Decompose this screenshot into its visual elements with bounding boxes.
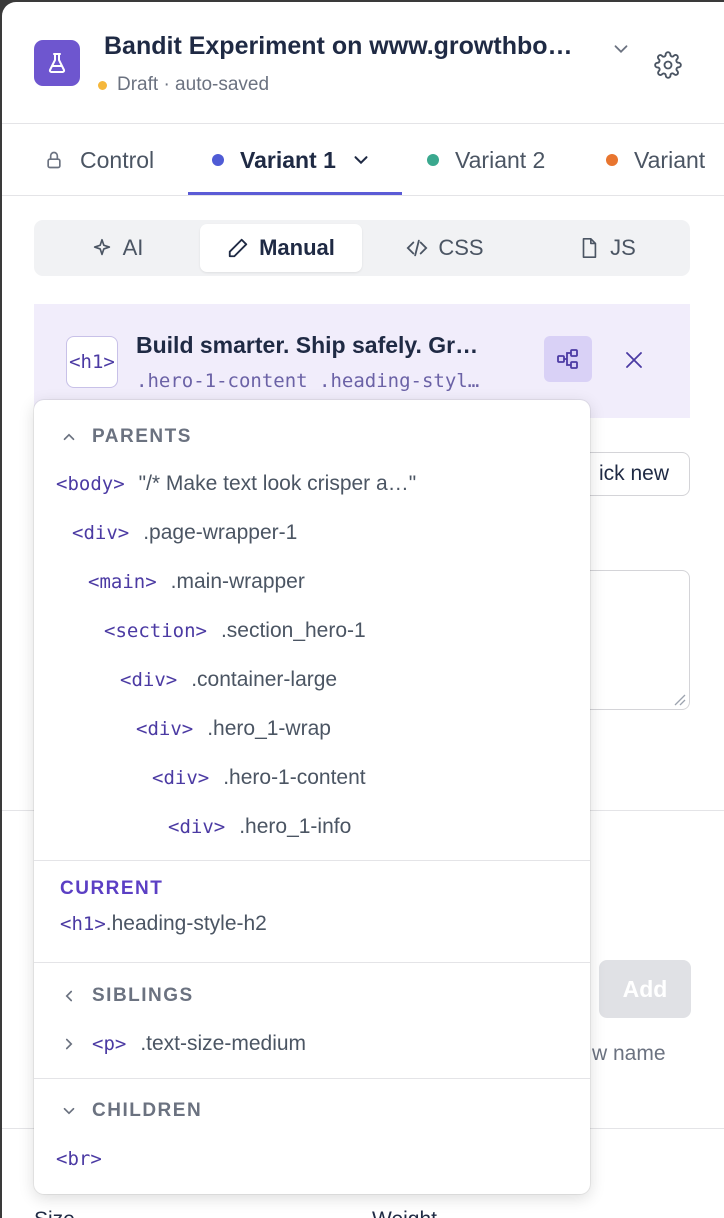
element-descriptor: .main-wrapper: [170, 570, 305, 593]
tab-label: Variant 2: [455, 146, 546, 173]
edit-mode-switcher: AI Manual CSS JS: [34, 220, 690, 276]
mode-label: CSS: [438, 235, 484, 260]
tab-control[interactable]: Control: [44, 125, 154, 195]
tab-variant-3[interactable]: Variant: [606, 125, 705, 195]
tab-variant-1[interactable]: Variant 1: [212, 125, 372, 195]
tab-label: Variant: [634, 146, 706, 173]
sibling-item[interactable]: <p> .text-size-medium: [60, 1032, 306, 1056]
add-button[interactable]: Add: [599, 960, 691, 1018]
element-descriptor: .text-size-medium: [140, 1032, 307, 1055]
mode-ai[interactable]: AI: [38, 224, 196, 272]
element-tag: <body>: [56, 473, 125, 495]
element-tag: <div>: [136, 718, 194, 740]
element-descriptor: .hero_1-wrap: [207, 717, 331, 740]
mode-manual[interactable]: Manual: [200, 224, 362, 272]
element-tag: <div>: [120, 669, 178, 691]
tree-structure-icon: [557, 349, 578, 369]
sparkle-icon: [93, 238, 110, 256]
siblings-header[interactable]: SIBLINGS: [60, 985, 194, 1007]
parent-item[interactable]: <main> .main-wrapper: [88, 570, 305, 594]
flask-icon: [34, 40, 80, 86]
element-tag: <p>: [92, 1033, 127, 1055]
active-tab-indicator: [188, 192, 402, 195]
element-descriptor: .section_hero-1: [220, 619, 366, 642]
close-icon[interactable]: [622, 348, 646, 377]
chevron-up-icon: [63, 433, 75, 441]
divider: [34, 1078, 590, 1079]
selected-tag-badge: <h1>: [66, 336, 118, 388]
mode-label: JS: [610, 235, 636, 260]
parents-header[interactable]: PARENTS: [60, 426, 192, 448]
element-descriptor: .heading-style-h2: [105, 912, 267, 935]
element-tag: <div>: [168, 816, 226, 838]
element-tag: <div>: [72, 522, 130, 544]
chevron-down-icon[interactable]: [350, 149, 372, 171]
current-item: <h1>.heading-style-h2: [60, 912, 267, 936]
parents-label: PARENTS: [92, 426, 192, 447]
element-tag: <h1>: [60, 913, 106, 935]
header: Bandit Experiment on www.growthbo… Draft…: [2, 2, 724, 124]
status-dot: [98, 80, 107, 90]
element-tag: <br>: [56, 1148, 102, 1170]
tab-variant-2[interactable]: Variant 2: [427, 125, 545, 195]
experiment-title[interactable]: Bandit Experiment on www.growthbo…: [104, 32, 604, 61]
chevron-right-icon[interactable]: [60, 1035, 78, 1053]
element-descriptor: .page-wrapper-1: [143, 521, 298, 544]
parent-item[interactable]: <div> .container-large: [120, 668, 337, 692]
current-header: CURRENT: [60, 878, 164, 899]
lock-icon: [47, 151, 61, 169]
pencil-icon: [228, 238, 248, 258]
tab-label: Control: [80, 146, 155, 173]
parent-item[interactable]: <div> .page-wrapper-1: [72, 521, 297, 545]
chevron-left-icon: [65, 990, 73, 1002]
status-text: Draft · auto-saved: [117, 74, 270, 95]
parent-item[interactable]: <div> .hero_1-wrap: [136, 717, 331, 741]
hint-text: w name: [592, 1042, 666, 1065]
siblings-label: SIBLINGS: [92, 985, 194, 1006]
variant-color-dot: [606, 154, 618, 166]
chevron-down-icon[interactable]: [610, 38, 632, 65]
save-status: Draft · auto-saved: [98, 74, 269, 96]
selected-element-text: Build smarter. Ship safely. Gr…: [136, 332, 479, 358]
visual-editor-panel: Bandit Experiment on www.growthbo… Draft…: [2, 2, 724, 1218]
parent-item[interactable]: <div> .hero_1-info: [168, 815, 351, 839]
parent-item[interactable]: <section> .section_hero-1: [104, 619, 366, 643]
variant-color-dot: [212, 154, 224, 166]
dom-tree-button[interactable]: [544, 336, 592, 382]
dom-tree-popover: PARENTS <body> "/* Make text look crispe…: [34, 400, 590, 1194]
weight-label: Weight: [372, 1208, 437, 1218]
resize-handle-icon[interactable]: [672, 692, 686, 706]
element-descriptor: "/* Make text look crisper a…": [138, 472, 417, 495]
mode-css[interactable]: CSS: [366, 224, 524, 272]
mode-label: Manual: [259, 235, 335, 260]
element-tag: <div>: [152, 767, 210, 789]
element-tag: <section>: [104, 620, 207, 642]
parent-item[interactable]: <div> .hero-1-content: [152, 766, 366, 790]
variant-tabs: Control Variant 1 Variant 2 Variant: [2, 125, 724, 196]
element-descriptor: .hero_1-info: [239, 815, 352, 838]
parent-item[interactable]: <body> "/* Make text look crisper a…": [56, 472, 416, 496]
js-file-icon: [582, 238, 597, 258]
divider: [34, 962, 590, 963]
children-header[interactable]: CHILDREN: [60, 1100, 202, 1122]
mode-label: AI: [122, 235, 144, 260]
gear-icon[interactable]: [654, 51, 682, 84]
selected-element-classes: .hero-1-content .heading-styl…: [136, 370, 480, 392]
element-tag: <main>: [88, 571, 157, 593]
chevron-down-icon: [63, 1107, 75, 1115]
variant-color-dot: [427, 154, 439, 166]
mode-js[interactable]: JS: [528, 224, 686, 272]
code-icon: [406, 239, 428, 257]
child-item[interactable]: <br>: [56, 1148, 116, 1170]
tab-label: Variant 1: [240, 146, 336, 173]
divider: [34, 860, 590, 861]
size-label: Size: [34, 1208, 75, 1218]
element-descriptor: .container-large: [191, 668, 338, 691]
children-label: CHILDREN: [92, 1100, 203, 1121]
element-descriptor: .hero-1-content: [223, 766, 366, 789]
